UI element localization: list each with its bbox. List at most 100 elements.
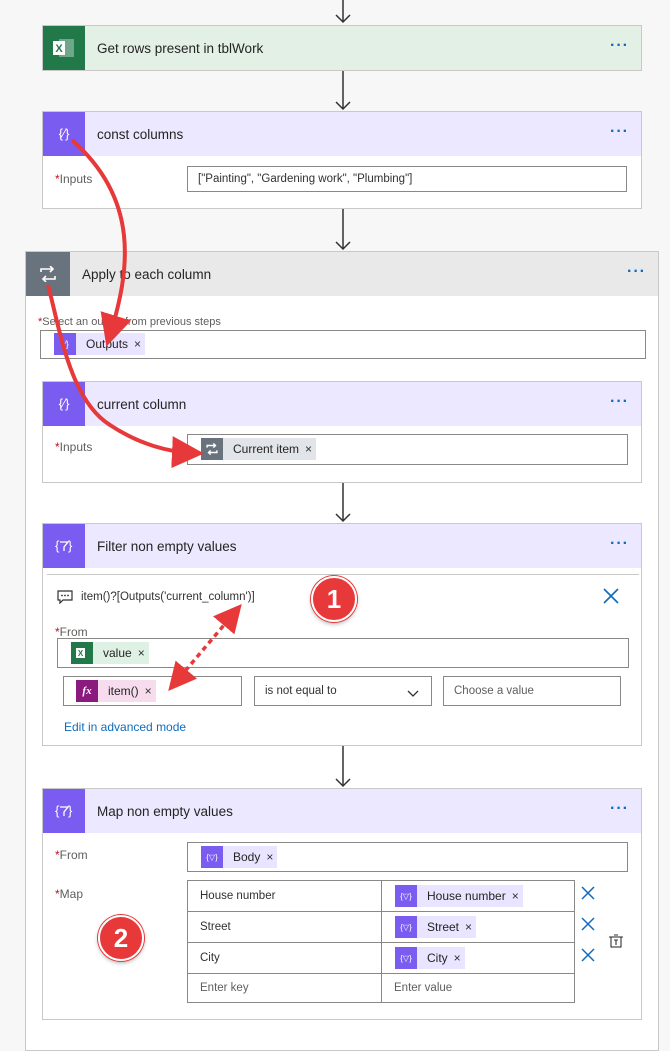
get-rows-action-card[interactable]: X Get rows present in tblWork ··· — [42, 25, 642, 71]
current-column-title: current column — [97, 396, 187, 412]
map-key-text: Street — [200, 921, 231, 933]
choose-value-placeholder: Choose a value — [454, 685, 534, 697]
svg-text:{∕}: {∕} — [59, 396, 71, 411]
item-token-label: item() — [108, 684, 139, 698]
remove-token-icon[interactable]: × — [454, 951, 465, 965]
filter-icon: {▽} — [201, 846, 223, 868]
city-token-label: City — [427, 951, 448, 965]
filter-icon: {▽} — [395, 947, 417, 969]
compose-icon: {∕} — [43, 112, 85, 156]
map-label: *Map — [55, 887, 84, 901]
filter-header[interactable]: {} Filter non empty values — [43, 524, 641, 568]
annotation-badge-1: 1 — [311, 576, 357, 622]
divider — [47, 574, 639, 575]
map-key-text: House number — [200, 890, 276, 902]
excel-icon: X — [43, 26, 85, 70]
switch-to-text-mode-icon[interactable] — [608, 933, 624, 952]
from-label: *From — [55, 625, 88, 639]
body-token[interactable]: {▽} Body × — [201, 846, 278, 868]
svg-text:{: { — [55, 803, 60, 818]
map-header[interactable]: {} Map non empty values — [43, 789, 641, 833]
map-value-cell[interactable]: {▽} House number × — [381, 880, 575, 912]
select-icon: {} — [43, 789, 85, 833]
select-map-action-card[interactable]: {} Map non empty values ··· *From {▽} Bo… — [42, 788, 642, 1020]
more-options-icon[interactable]: ··· — [610, 394, 629, 410]
const-columns-action-card[interactable]: {∕} const columns ··· *Inputs ["Painting… — [42, 111, 642, 209]
apply-to-each-title: Apply to each column — [82, 266, 212, 282]
more-options-icon[interactable]: ··· — [610, 38, 629, 54]
filter-expression: item()?[Outputs('current_column')] — [81, 591, 255, 603]
remove-token-icon[interactable]: × — [465, 920, 476, 934]
inputs-field[interactable]: Current item × — [187, 434, 628, 465]
inputs-value: ["Painting", "Gardening work", "Plumbing… — [198, 173, 413, 185]
map-value-cell[interactable]: {▽} Street × — [381, 911, 575, 943]
svg-text:X: X — [78, 649, 84, 658]
get-rows-header[interactable]: X Get rows present in tblWork — [43, 26, 641, 70]
remove-token-icon[interactable]: × — [138, 646, 149, 660]
remove-token-icon[interactable]: × — [134, 337, 145, 351]
annotation-badge-2: 2 — [98, 915, 144, 961]
map-key-cell[interactable]: Street — [187, 911, 382, 943]
new-key-input[interactable]: Enter key — [187, 973, 382, 1003]
street-token[interactable]: {▽} Street × — [395, 916, 477, 938]
remove-token-icon[interactable]: × — [145, 684, 156, 698]
remove-token-icon[interactable]: × — [305, 442, 316, 456]
from-field[interactable]: {▽} Body × — [187, 842, 628, 872]
close-icon[interactable] — [602, 587, 620, 609]
excel-icon: X — [71, 642, 93, 664]
const-columns-header[interactable]: {∕} const columns — [43, 112, 641, 156]
svg-text:X: X — [55, 43, 63, 55]
more-options-icon[interactable]: ··· — [610, 536, 629, 552]
current-item-token[interactable]: Current item × — [201, 438, 317, 460]
function-icon: fx — [76, 680, 98, 702]
loop-icon — [201, 438, 223, 460]
operator-dropdown[interactable]: is not equal to — [254, 676, 432, 706]
map-value-cell[interactable]: {▽} City × — [381, 942, 575, 974]
compose-icon: {∕} — [43, 382, 85, 426]
current-column-header[interactable]: {∕} current column — [43, 382, 641, 426]
comment-icon — [57, 590, 73, 607]
inputs-label: *Inputs — [55, 440, 93, 454]
item-expression-token[interactable]: fx item() × — [76, 680, 156, 702]
house-number-token[interactable]: {▽} House number × — [395, 885, 523, 907]
inputs-label: *Inputs — [55, 172, 93, 186]
new-value-input[interactable]: Enter value — [381, 973, 575, 1003]
delete-row-icon[interactable] — [581, 948, 595, 965]
outputs-token[interactable]: {∕} Outputs × — [54, 333, 146, 355]
more-options-icon[interactable]: ··· — [627, 264, 646, 280]
get-rows-title: Get rows present in tblWork — [97, 40, 264, 56]
connector-arrow — [335, 483, 351, 523]
svg-text:{∕}: {∕} — [61, 339, 69, 349]
value-placeholder: Enter value — [394, 982, 453, 994]
operator-value: is not equal to — [265, 685, 337, 697]
remove-token-icon[interactable]: × — [512, 889, 523, 903]
remove-token-icon[interactable]: × — [266, 850, 277, 864]
map-key-cell[interactable]: House number — [187, 880, 382, 912]
condition-right-field[interactable]: Choose a value — [443, 676, 621, 706]
more-options-icon[interactable]: ··· — [610, 124, 629, 140]
edit-advanced-mode-link[interactable]: Edit in advanced mode — [64, 720, 186, 734]
house-number-token-label: House number — [427, 889, 506, 903]
more-options-icon[interactable]: ··· — [610, 801, 629, 817]
current-item-token-label: Current item — [233, 442, 300, 456]
select-output-field[interactable]: {∕} Outputs × — [40, 330, 646, 359]
svg-text:{: { — [55, 538, 60, 553]
delete-row-icon[interactable] — [581, 917, 595, 934]
from-field[interactable]: X value × — [57, 638, 629, 668]
city-token[interactable]: {▽} City × — [395, 947, 465, 969]
outputs-token-label: Outputs — [86, 337, 129, 351]
value-token[interactable]: X value × — [71, 642, 149, 664]
condition-left-field[interactable]: fx item() × — [63, 676, 242, 706]
street-token-label: Street — [427, 920, 460, 934]
connector-arrow — [335, 209, 351, 251]
svg-text:}: } — [68, 803, 73, 818]
current-column-action-card[interactable]: {∕} current column ··· *Inputs Current i… — [42, 381, 642, 483]
from-label: *From — [55, 848, 88, 862]
map-key-cell[interactable]: City — [187, 942, 382, 974]
select-output-label: *Select an output from previous steps — [38, 316, 221, 328]
filter-array-action-card[interactable]: {} Filter non empty values ··· item()?[O… — [42, 523, 642, 746]
apply-to-each-header[interactable]: Apply to each column — [26, 252, 658, 296]
delete-row-icon[interactable] — [581, 886, 595, 903]
filter-icon: {▽} — [395, 885, 417, 907]
inputs-field[interactable]: ["Painting", "Gardening work", "Plumbing… — [187, 166, 627, 192]
